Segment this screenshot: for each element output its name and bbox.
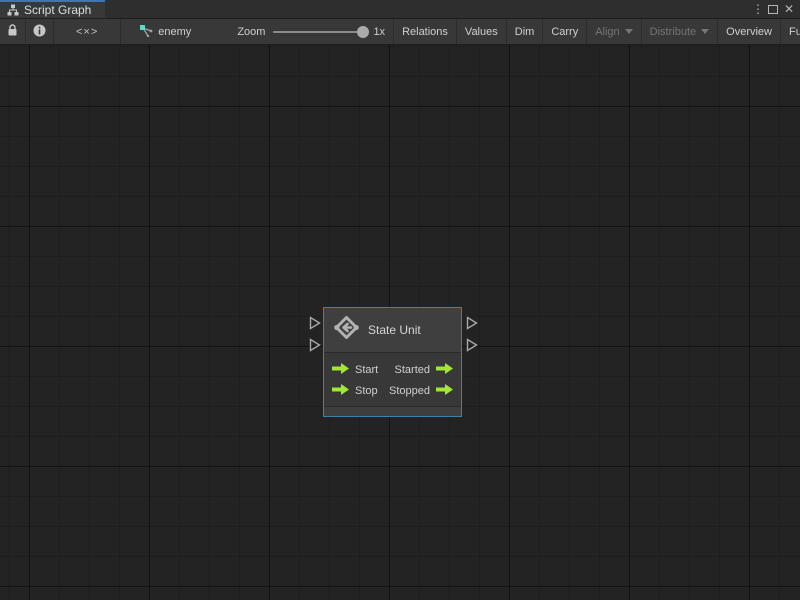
overview-label: Overview xyxy=(726,25,772,38)
port-row-stop: Stop Stopped xyxy=(324,380,461,401)
inspect-button[interactable] xyxy=(26,19,54,44)
node-body: Start Started Stop Stopped xyxy=(324,353,461,406)
code-preview-button[interactable]: <×> xyxy=(54,19,122,44)
tab-bar: Script Graph ⋮ ✕ xyxy=(0,0,800,19)
full-screen-button[interactable]: Full Screen xyxy=(781,19,800,44)
graph-breadcrumb[interactable]: enemy xyxy=(121,19,201,44)
output-port-label: Stopped xyxy=(389,384,430,397)
toolbar-buttons: Relations Values Dim Carry Align Distrib… xyxy=(393,19,800,44)
port-row-start: Start Started xyxy=(324,359,461,380)
full-screen-label: Full Screen xyxy=(788,25,800,38)
output-flow-port[interactable] xyxy=(436,361,453,379)
graph-asset-icon xyxy=(139,24,153,40)
tab-label: Script Graph xyxy=(24,3,92,17)
input-flow-port[interactable] xyxy=(332,382,349,400)
distribute-button[interactable]: Distribute xyxy=(642,19,719,44)
node-header[interactable]: State Unit xyxy=(324,308,461,353)
info-icon xyxy=(33,24,46,40)
external-output-port[interactable] xyxy=(466,316,478,330)
carry-button[interactable]: Carry xyxy=(543,19,588,44)
graph-toolbar: <×> enemy Zoom 1x Relations Values Dim C… xyxy=(0,19,800,45)
values-button[interactable]: Values xyxy=(457,19,507,44)
window-menu-icon[interactable]: ⋮ xyxy=(752,2,764,16)
graph-hierarchy-icon xyxy=(7,4,19,16)
zoom-control: Zoom 1x xyxy=(201,19,393,44)
graph-canvas[interactable]: State Unit Start Started Stop Stopped xyxy=(0,45,800,600)
zoom-slider[interactable] xyxy=(273,25,370,38)
external-input-port[interactable] xyxy=(309,316,321,330)
node-title: State Unit xyxy=(368,323,421,337)
code-preview-icon: <×> xyxy=(76,25,99,38)
lock-button[interactable] xyxy=(0,19,26,44)
output-flow-port[interactable] xyxy=(436,382,453,400)
distribute-label: Distribute xyxy=(649,25,697,38)
state-unit-icon xyxy=(334,315,359,345)
input-flow-port[interactable] xyxy=(332,361,349,379)
chevron-down-icon xyxy=(701,29,710,34)
external-input-port[interactable] xyxy=(309,338,321,352)
chevron-down-icon xyxy=(624,29,633,34)
zoom-slider-handle[interactable] xyxy=(357,25,370,38)
values-label: Values xyxy=(464,25,498,38)
input-port-label: Start xyxy=(355,363,379,376)
node-footer xyxy=(324,406,461,416)
window-controls: ⋮ ✕ xyxy=(752,0,800,18)
zoom-label: Zoom xyxy=(237,25,266,38)
close-icon[interactable]: ✕ xyxy=(784,2,794,16)
align-label: Align xyxy=(595,25,620,38)
zoom-value: 1x xyxy=(373,25,386,38)
state-unit-node[interactable]: State Unit Start Started Stop Stopped xyxy=(323,307,462,417)
dim-label: Dim xyxy=(514,25,535,38)
lock-icon xyxy=(7,23,18,40)
graph-name-label: enemy xyxy=(158,25,192,38)
relations-label: Relations xyxy=(402,25,448,38)
dim-button[interactable]: Dim xyxy=(507,19,544,44)
maximize-icon[interactable] xyxy=(767,4,778,14)
script-graph-window: Script Graph ⋮ ✕ <×> enemy Zoom 1x Relat… xyxy=(0,0,800,600)
carry-label: Carry xyxy=(551,25,579,38)
tab-script-graph[interactable]: Script Graph xyxy=(0,0,106,18)
output-port-label: Started xyxy=(394,363,430,376)
overview-button[interactable]: Overview xyxy=(718,19,781,44)
external-output-port[interactable] xyxy=(466,338,478,352)
input-port-label: Stop xyxy=(355,384,378,397)
relations-button[interactable]: Relations xyxy=(393,19,457,44)
align-button[interactable]: Align xyxy=(587,19,642,44)
